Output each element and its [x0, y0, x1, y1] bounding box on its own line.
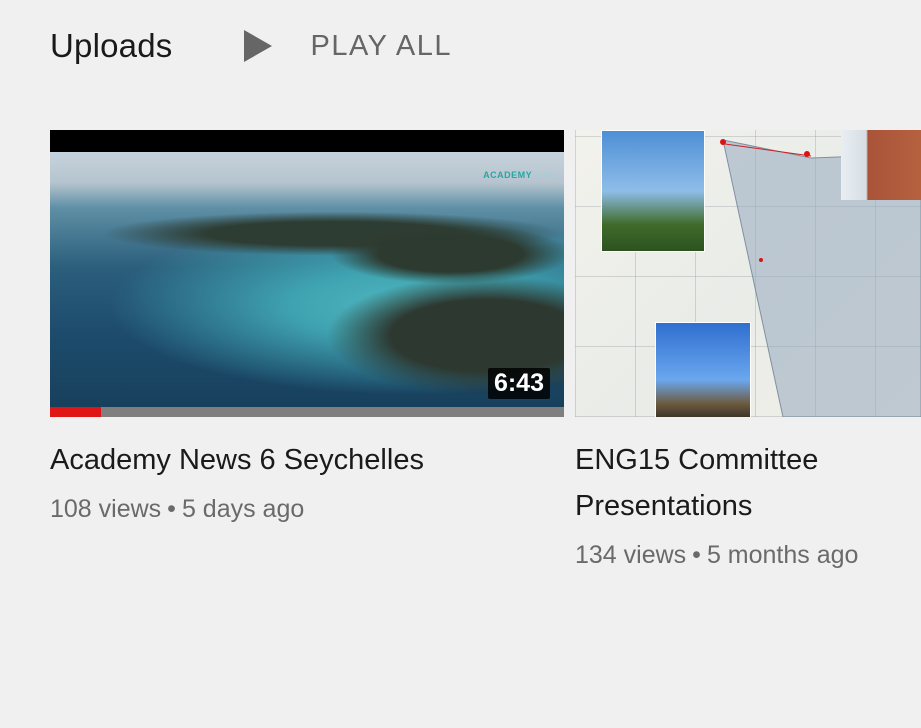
meta-separator: • — [167, 495, 176, 523]
video-title[interactable]: ENG15 Committee Presentations — [575, 437, 895, 529]
tower-photo — [601, 130, 705, 252]
play-all-button[interactable]: PLAY ALL — [244, 30, 452, 63]
view-count: 108 views — [50, 495, 162, 523]
video-title[interactable]: Academy News 6 Seychelles — [50, 437, 564, 483]
upload-age: 5 months ago — [706, 541, 859, 569]
thumbnail-brand-text: ACADEMY news — [483, 170, 558, 180]
aerial-island-image — [50, 152, 564, 407]
play-icon[interactable] — [244, 30, 273, 62]
mast-photo — [655, 322, 751, 417]
play-all-label[interactable]: PLAY ALL — [310, 30, 452, 63]
duration-badge: 6:43 — [487, 368, 550, 399]
watch-progress-fill — [50, 407, 102, 417]
video-metadata: 108 views • 5 days ago — [50, 495, 564, 524]
uploads-shelf-header: Uploads PLAY ALL — [50, 22, 452, 70]
video-thumbnail[interactable]: ACADEMY news 6:43 — [50, 130, 564, 417]
view-count: 134 views — [575, 541, 687, 569]
upload-age: 5 days ago — [181, 495, 305, 523]
video-card[interactable]: ACADEMY news 6:43 Academy News 6 Seychel… — [50, 130, 564, 524]
video-card[interactable]: ENG15 Committee Presentations 134 views •… — [575, 130, 921, 570]
meta-separator: • — [692, 541, 701, 569]
video-thumbnail[interactable] — [575, 130, 921, 417]
watch-progress-bar — [50, 407, 564, 417]
shelf-title[interactable]: Uploads — [50, 27, 172, 65]
video-metadata: 134 views • 5 months ago — [575, 541, 921, 570]
building-photo — [841, 130, 921, 200]
